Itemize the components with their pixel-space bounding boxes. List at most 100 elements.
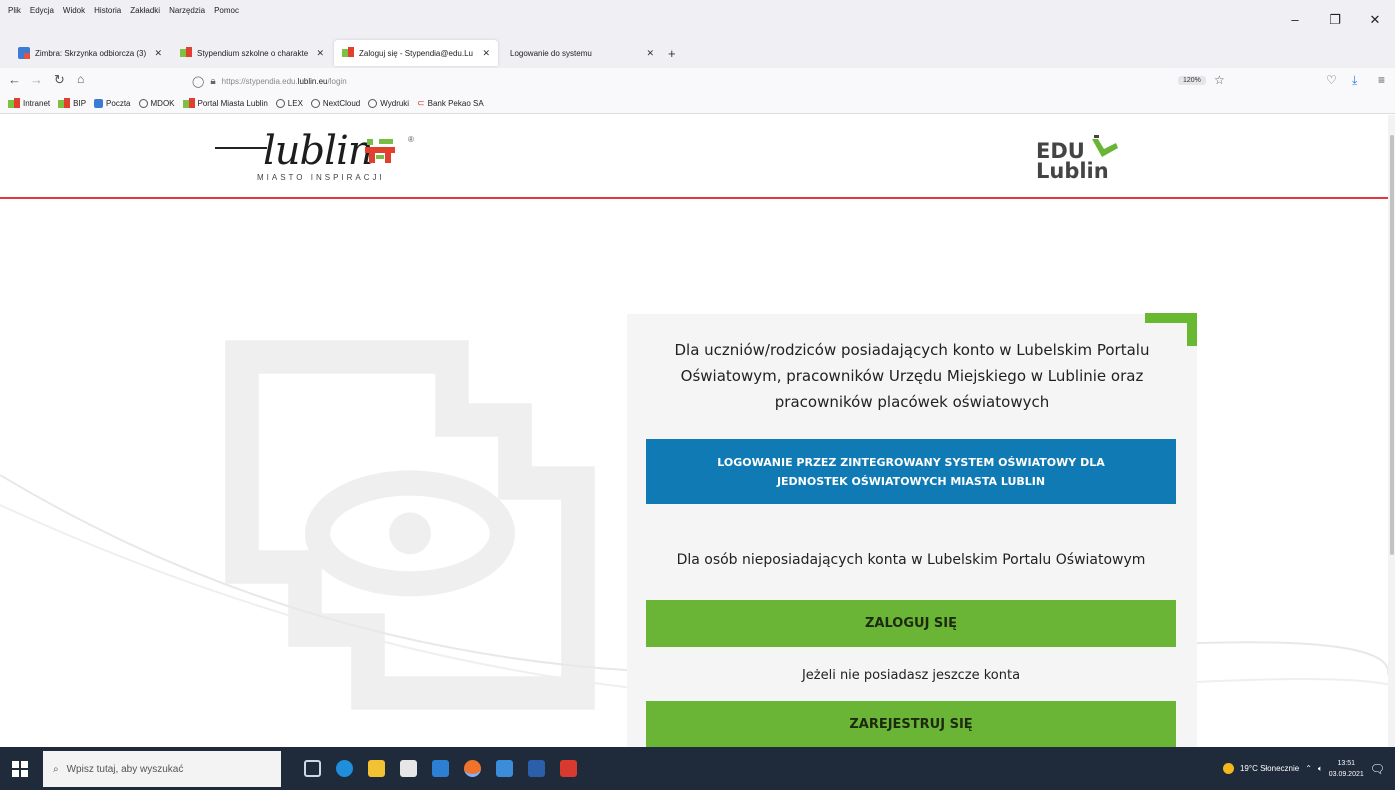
menu-list: Plik Edycja Widok Historia Zakładki Narz… [8,6,239,15]
menu-file[interactable]: Plik [8,6,21,15]
bookmark-star-icon[interactable]: ☆ [1214,73,1225,87]
bookmark-label: Poczta [106,99,131,108]
document-app-icon[interactable] [496,760,513,777]
zimbra-icon [94,99,104,108]
bookmark-lex[interactable]: LEX [275,99,303,108]
browser-menubar: Plik Edycja Widok Historia Zakładki Narz… [0,0,1395,38]
windows-start-icon[interactable] [12,761,28,777]
bookmark-bip[interactable]: BIP [58,97,86,110]
tab-label: Zimbra: Skrzynka odbiorcza (3) [35,48,147,58]
close-tab-icon[interactable]: ✕ [646,48,654,59]
clock-time: 13:51 [1337,759,1355,767]
lublin-favicon-icon [180,47,192,59]
menu-help[interactable]: Pomoc [214,6,239,15]
bookmark-label: NextCloud [322,99,361,108]
new-tab-icon[interactable]: + [668,46,676,61]
globe-icon [275,99,285,108]
page-scrollbar[interactable] [1388,115,1395,747]
url-prefix: https://stypendia.edu. [221,76,298,86]
bookmark-wydruki[interactable]: Wydruki [368,99,409,108]
close-tab-icon[interactable]: ✕ [482,48,490,59]
zimbra-icon [18,47,30,59]
weather-text[interactable]: 19°C Słonecznie [1240,764,1299,773]
tab-logowanie[interactable]: Logowanie do systemu ✕ [502,40,662,66]
menu-tools[interactable]: Narzędzia [169,6,205,15]
minimize-icon[interactable]: – [1275,10,1315,30]
zoom-level-badge[interactable]: 120% [1178,76,1206,85]
menu-bookmarks[interactable]: Zakładki [130,6,160,15]
card-corner-accent-vertical [1187,313,1197,346]
back-icon[interactable]: ← [8,72,21,87]
mail-icon[interactable] [432,760,449,777]
home-icon[interactable]: ⌂ [77,72,84,86]
login-button[interactable]: ZALOGUJ SIĘ [646,600,1176,647]
globe-icon [310,99,320,108]
pekao-icon: ⊂ [417,98,425,108]
login-intro-text: Dla uczniów/rodziców posiadających konto… [674,341,1150,411]
close-tab-icon[interactable]: ✕ [316,48,324,59]
bookmark-label: Intranet [23,99,51,108]
tab-stypendium[interactable]: Stypendium szkolne o charakte ✕ [172,40,332,66]
word-icon[interactable] [528,760,545,777]
scrollbar-thumb[interactable] [1390,135,1394,555]
bookmark-label: Wydruki [380,99,410,108]
edge-icon[interactable] [336,760,353,777]
integrated-system-login-button[interactable]: LOGOWANIE PRZEZ ZINTEGROWANY SYSTEM OŚWI… [646,439,1176,504]
bookmark-label: MDOK [150,99,175,108]
close-window-icon[interactable]: ✕ [1355,10,1395,30]
address-bar[interactable]: ◯ 🔒︎ https://stypendia.edu. lublin.eu/log… [192,71,1242,91]
tab-zimbra[interactable]: Zimbra: Skrzynka odbiorcza (3) ✕ [10,40,170,66]
clock-date: 03.09.2021 [1328,770,1364,778]
tab-label: Logowanie do systemu [510,48,592,58]
firefox-icon[interactable] [464,760,481,777]
search-icon: ⌕ [53,763,59,775]
taskbar-search-placeholder: Wpisz tutaj, aby wyszukać [66,763,184,775]
pocket-icon[interactable]: ♡ [1326,73,1337,87]
shield-icon: ◯ [192,75,205,88]
task-view-icon[interactable] [304,760,321,777]
bookmark-label: Bank Pekao SA [427,99,484,108]
url-domain: lublin.eu [297,76,328,86]
bookmark-pekao[interactable]: ⊂ Bank Pekao SA [417,98,484,109]
bookmark-intranet[interactable]: Intranet [8,97,51,110]
chevron-up-icon[interactable]: ⌃ [1305,764,1312,773]
clock[interactable]: 13:51 03.09.2021 [1329,758,1364,780]
windows-taskbar: ⌕ Wpisz tutaj, aby wyszukać 19°C Słonecz… [0,747,1395,790]
lublin-favicon-icon [342,47,354,59]
menu-view[interactable]: Widok [63,6,85,15]
globe-icon [368,99,378,108]
tab-label: Zaloguj się - Stypendia@edu.Lu [359,48,473,58]
tab-label: Stypendium szkolne o charakte [197,48,309,58]
sun-weather-icon [1222,763,1234,774]
globe-icon [138,99,148,108]
lublin-favicon-icon [58,97,71,110]
speaker-icon[interactable]: 🔈︎ [1318,764,1323,774]
bookmark-nextcloud[interactable]: NextCloud [310,99,361,108]
lock-icon: 🔒︎ [210,75,216,87]
system-tray: 19°C Słonecznie ⌃ 🔈︎ 13:51 03.09.2021 🗨︎ [1222,747,1395,790]
notification-icon[interactable]: 🗨︎ [1370,762,1385,776]
hamburger-menu-icon[interactable]: ≡ [1378,73,1385,87]
menu-history[interactable]: Historia [94,6,121,15]
acrobat-icon[interactable] [560,760,577,777]
bookmark-poczta[interactable]: Poczta [94,99,131,108]
reload-icon[interactable]: ↻ [54,72,65,88]
register-prompt-text: Jeżeli nie posiadasz jeszcze konta [801,668,1021,683]
menu-edit[interactable]: Edycja [30,6,54,15]
file-explorer-icon[interactable] [368,760,385,777]
restore-icon[interactable]: ❐ [1315,10,1355,30]
bookmark-label: Portal Miasta Lublin [197,99,268,108]
store-icon[interactable] [400,760,417,777]
close-tab-icon[interactable]: ✕ [154,48,162,59]
url-path: /login [327,76,347,86]
tab-login-active[interactable]: Zaloguj się - Stypendia@edu.Lu ✕ [334,40,498,66]
window-controls: – ❐ ✕ [1275,10,1395,30]
register-button[interactable]: ZAREJESTRUJ SIĘ [646,701,1176,747]
bookmarks-bar: Intranet BIP Poczta MDOK Portal Miasta L… [0,94,1395,114]
bookmark-portal[interactable]: Portal Miasta Lublin [182,97,268,110]
forward-icon[interactable]: → [30,72,43,87]
taskbar-search-box[interactable]: ⌕ Wpisz tutaj, aby wyszukać [43,751,281,787]
lublin-favicon-icon [182,97,195,110]
download-icon[interactable]: ⤓ [1352,73,1357,88]
bookmark-mdok[interactable]: MDOK [138,99,175,108]
